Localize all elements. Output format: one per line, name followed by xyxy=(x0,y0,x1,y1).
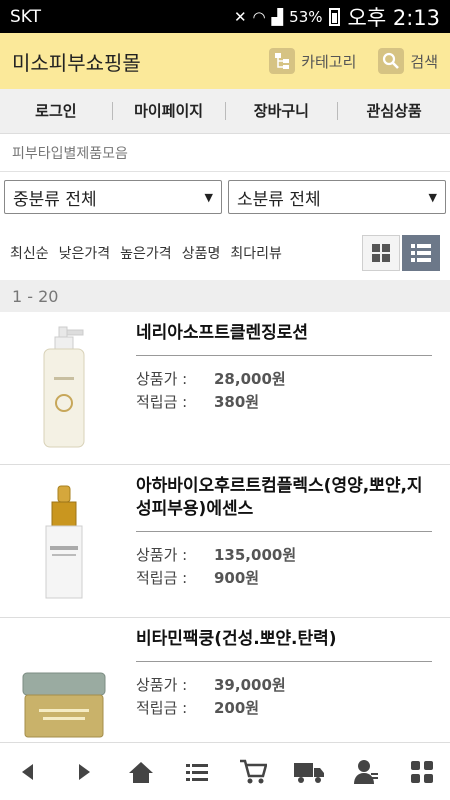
product-name[interactable]: 네리아소프트클렌징로션 xyxy=(136,322,432,356)
sort-high-price[interactable]: 높은가격 xyxy=(120,243,172,263)
nav-cart[interactable]: 장바구니 xyxy=(226,102,339,120)
product-image[interactable] xyxy=(14,322,114,452)
product-image[interactable] xyxy=(14,628,114,758)
product-points: 380원 xyxy=(214,393,260,411)
mypage-button[interactable] xyxy=(346,752,386,792)
battery-percent: 53% xyxy=(289,7,323,26)
product-price: 28,000원 xyxy=(214,370,286,388)
points-label: 적립금 : xyxy=(136,569,188,587)
status-bar: SKT ✕ ◠ ▟ 53% 오후 2:13 xyxy=(0,0,450,33)
clock: 오후 2:13 xyxy=(347,5,440,30)
signal-icon: ▟ xyxy=(271,7,284,26)
carrier: SKT xyxy=(10,6,42,27)
back-icon xyxy=(22,763,34,780)
user-icon xyxy=(353,759,378,784)
points-label: 적립금 : xyxy=(136,699,188,717)
product-points: 200원 xyxy=(214,699,260,717)
grid-view-icon xyxy=(372,244,390,262)
product-list: 네리아소프트클렌징로션 상품가 : 28,000원 적립금 : 380원 아하바이오… xyxy=(0,312,450,771)
home-button[interactable] xyxy=(121,752,161,792)
bottom-nav xyxy=(0,742,450,800)
price-label: 상품가 : xyxy=(136,676,188,694)
nav-login[interactable]: 로그인 xyxy=(0,102,113,120)
delivery-button[interactable] xyxy=(289,752,329,792)
menu-button[interactable] xyxy=(402,752,442,792)
search-icon xyxy=(378,48,405,74)
app-header: 미소피부쇼핑몰 카테고리 검색 xyxy=(0,33,450,89)
forward-button[interactable] xyxy=(64,752,104,792)
product-price: 39,000원 xyxy=(214,676,286,694)
sort-reviews[interactable]: 최다리뷰 xyxy=(230,243,282,263)
sort-name[interactable]: 상품명 xyxy=(182,243,221,263)
category-button[interactable]: 카테고리 xyxy=(269,48,356,74)
truck-icon xyxy=(294,762,325,783)
search-button[interactable]: 검색 xyxy=(378,48,438,74)
category-label: 카테고리 xyxy=(301,52,357,71)
product-price: 135,000원 xyxy=(214,546,297,564)
menu-grid-icon xyxy=(410,760,433,783)
dropdown-arrow-icon: ▼ xyxy=(428,190,437,204)
sort-bar: 최신순 낮은가격 높은가격 상품명 최다리뷰 xyxy=(0,230,450,276)
mute-icon: ✕ xyxy=(233,7,247,26)
price-label: 상품가 : xyxy=(136,370,188,388)
section-title: 피부타입별제품모음 xyxy=(0,134,450,172)
category-icon xyxy=(269,48,296,74)
top-nav: 로그인 마이페이지 장바구니 관심상품 xyxy=(0,89,450,134)
filters: 중분류 전체 ▼ 소분류 전체 ▼ xyxy=(4,180,446,214)
list-button[interactable] xyxy=(177,752,217,792)
wifi-icon: ◠ xyxy=(252,7,266,26)
cart-icon xyxy=(240,759,268,783)
sort-newest[interactable]: 최신순 xyxy=(10,243,49,263)
mid-category-value: 중분류 전체 xyxy=(13,189,97,210)
sort-low-price[interactable]: 낮은가격 xyxy=(59,243,111,263)
product-points: 900원 xyxy=(214,569,260,587)
list-view-icon xyxy=(411,244,431,262)
small-category-value: 소분류 전체 xyxy=(237,189,321,210)
battery-icon xyxy=(328,7,340,26)
result-range: 1 - 20 xyxy=(0,280,450,312)
product-image[interactable] xyxy=(14,475,114,605)
list-view-button[interactable] xyxy=(402,235,440,271)
product-name[interactable]: 아하바이오후르트컴플렉스(영양,뽀얀,지성피부용)에센스 xyxy=(136,475,432,532)
status-icons: ✕ ◠ ▟ 53% xyxy=(233,7,340,26)
cart-button[interactable] xyxy=(233,752,273,792)
product-item[interactable]: 네리아소프트클렌징로션 상품가 : 28,000원 적립금 : 380원 xyxy=(0,312,450,465)
search-label: 검색 xyxy=(410,52,438,71)
small-category-select[interactable]: 소분류 전체 ▼ xyxy=(228,180,446,214)
forward-icon xyxy=(79,763,91,780)
product-name[interactable]: 비타민팩쿵(건성.뽀얀.탄력) xyxy=(136,628,432,662)
back-button[interactable] xyxy=(8,752,48,792)
home-icon xyxy=(128,761,153,783)
points-label: 적립금 : xyxy=(136,393,188,411)
dropdown-arrow-icon: ▼ xyxy=(204,190,213,204)
mid-category-select[interactable]: 중분류 전체 ▼ xyxy=(4,180,222,214)
nav-wishlist[interactable]: 관심상품 xyxy=(338,102,450,120)
app: SKT ✕ ◠ ▟ 53% 오후 2:13 미소피부쇼핑몰 카테고리 검색 로그… xyxy=(0,0,450,800)
product-item[interactable]: 아하바이오후르트컴플렉스(영양,뽀얀,지성피부용)에센스 상품가 : 135,00… xyxy=(0,465,450,618)
price-label: 상품가 : xyxy=(136,546,188,564)
list-icon xyxy=(185,763,208,781)
nav-mypage[interactable]: 마이페이지 xyxy=(113,102,226,120)
grid-view-button[interactable] xyxy=(362,235,400,271)
shop-title[interactable]: 미소피부쇼핑몰 xyxy=(12,47,247,76)
